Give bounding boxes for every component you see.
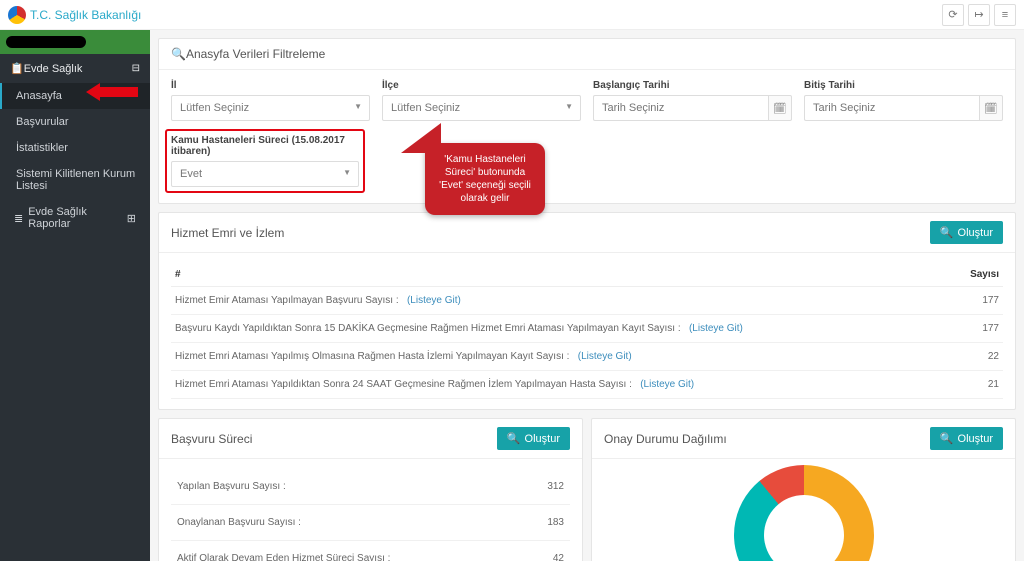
search-icon: 🔍 [940, 432, 954, 445]
logo-icon [8, 6, 26, 24]
user-row [0, 30, 150, 54]
table-row: Hizmet Emri Ataması Yapıldıktan Sonra 24… [171, 371, 1003, 399]
ilce-select[interactable]: Lütfen Seçiniz [382, 95, 581, 121]
calendar-icon[interactable]: 🗓 [979, 95, 1004, 121]
basvuru-table: Yapılan Başvuru Sayısı :312Onaylanan Baş… [171, 469, 570, 561]
baslangic-label: Başlangıç Tarihi [593, 80, 792, 91]
annotation-callout: 'Kamu Hastaneleri Süreci' butonunda 'Eve… [425, 143, 545, 215]
table-row: Hizmet Emir Ataması Yapılmayan Başvuru S… [171, 287, 1003, 315]
table-row: Hizmet Emri Ataması Yapılmış Olmasına Ra… [171, 343, 1003, 371]
basvuru-panel: Başvuru Süreci 🔍Oluştur Yapılan Başvuru … [158, 418, 583, 561]
table-row: Başvuru Kaydı Yapıldıktan Sonra 15 DAKİK… [171, 315, 1003, 343]
main-content: 🔍 Anasyfa Verileri Filtreleme İl Lütfen … [150, 30, 1024, 561]
sidebar-item-kilitlenen[interactable]: Sistemi Kilitlenen Kurum Listesi [0, 161, 150, 199]
listeye-git-link[interactable]: (Listeye Git) [578, 351, 632, 362]
table-row: Onaylanan Başvuru Sayısı :183 [171, 505, 570, 541]
expand-icon: ⊞ [127, 212, 136, 225]
brand: T.C. Sağlık Bakanlığı [8, 6, 141, 24]
listeye-git-link[interactable]: (Listeye Git) [689, 323, 743, 334]
calendar-icon[interactable]: 🗓 [768, 95, 793, 121]
collapse-icon: ⊟ [132, 63, 140, 74]
sidebar-item-raporlar[interactable]: ≣Evde Sağlık Raporlar⊞ [0, 199, 150, 237]
onay-donut-chart [734, 465, 874, 561]
sidebar: 📋 Evde Sağlık ⊟ Anasayfa Başvurular İsta… [0, 30, 150, 561]
listeye-git-link[interactable]: (Listeye Git) [407, 295, 461, 306]
ilce-label: İlçe [382, 80, 581, 91]
onay-title: Onay Durumu Dağılımı [604, 432, 727, 446]
basvuru-title: Başvuru Süreci [171, 432, 252, 446]
sidebar-item-basvurular[interactable]: Başvurular [0, 109, 150, 135]
search-icon: 🔍 [507, 432, 521, 445]
clipboard-icon: 📋 [10, 62, 24, 75]
sidebar-section[interactable]: 📋 Evde Sağlık ⊟ [0, 54, 150, 83]
refresh-button[interactable]: ⟳ [942, 4, 964, 26]
sidebar-item-istatistikler[interactable]: İstatistikler [0, 135, 150, 161]
filter-panel: 🔍 Anasyfa Verileri Filtreleme İl Lütfen … [158, 38, 1016, 204]
hizmet-title: Hizmet Emri ve İzlem [171, 226, 284, 240]
exit-button[interactable]: ↦ [968, 4, 990, 26]
onay-panel: Onay Durumu Dağılımı 🔍Oluştur Karar Veri… [591, 418, 1016, 561]
table-row: Aktif Olarak Devam Eden Hizmet Süreci Sa… [171, 541, 570, 561]
il-label: İl [171, 80, 370, 91]
filter-title: 🔍 Anasyfa Verileri Filtreleme [159, 39, 1015, 70]
list-icon: ≣ [14, 212, 23, 225]
hizmet-panel: Hizmet Emri ve İzlem 🔍Oluştur #Sayısı Hi… [158, 212, 1016, 410]
annotation-arrow [100, 87, 138, 97]
hizmet-olustur-button[interactable]: 🔍Oluştur [930, 221, 1003, 244]
topbar: T.C. Sağlık Bakanlığı ⟳ ↦ ≡ [0, 0, 1024, 30]
kamu-select[interactable]: Evet [171, 161, 359, 187]
brand-text: T.C. Sağlık Bakanlığı [30, 8, 141, 22]
baslangic-input[interactable] [593, 95, 768, 121]
basvuru-olustur-button[interactable]: 🔍Oluştur [497, 427, 570, 450]
bitis-label: Bitiş Tarihi [804, 80, 1003, 91]
il-select[interactable]: Lütfen Seçiniz [171, 95, 370, 121]
menu-button[interactable]: ≡ [994, 4, 1016, 26]
user-avatar [6, 36, 86, 48]
hizmet-table: #Sayısı Hizmet Emir Ataması Yapılmayan B… [171, 263, 1003, 399]
search-icon: 🔍 [940, 226, 954, 239]
listeye-git-link[interactable]: (Listeye Git) [640, 379, 694, 390]
onay-olustur-button[interactable]: 🔍Oluştur [930, 427, 1003, 450]
bitis-input[interactable] [804, 95, 979, 121]
search-icon: 🔍 [171, 47, 186, 61]
kamu-label: Kamu Hastaneleri Süreci (15.08.2017 itib… [171, 135, 359, 157]
table-row: Yapılan Başvuru Sayısı :312 [171, 469, 570, 505]
